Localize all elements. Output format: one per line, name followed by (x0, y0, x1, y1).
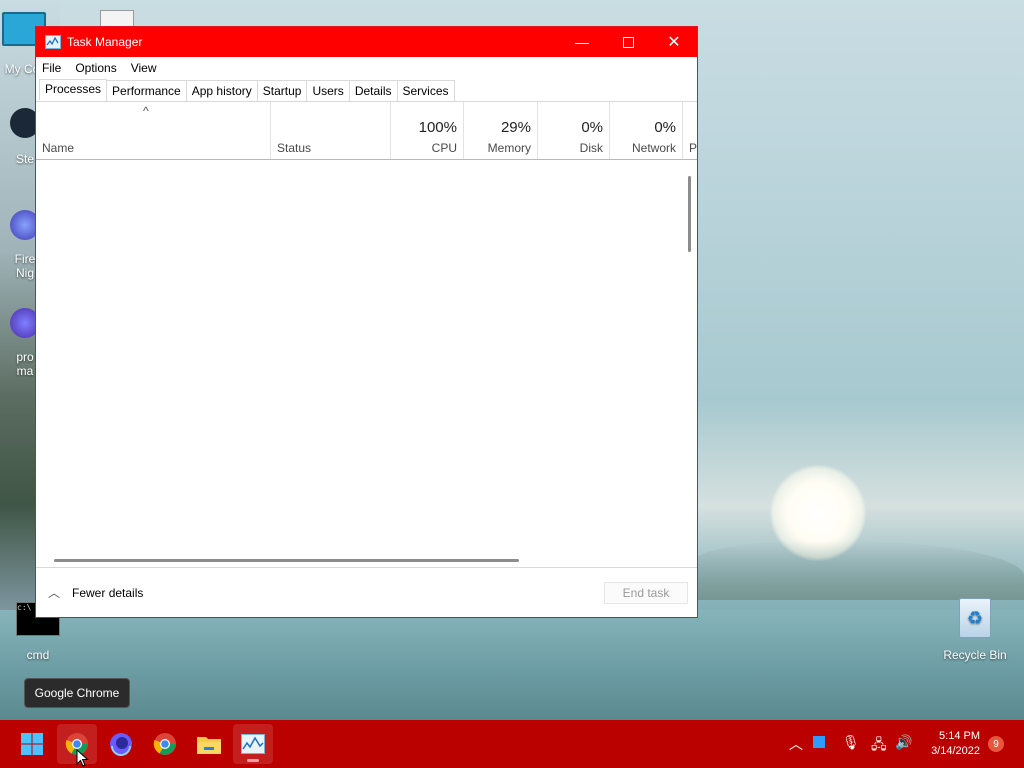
clock-time: 5:14 PM (939, 730, 980, 742)
tray-app-icon[interactable] (813, 736, 825, 748)
column-cpu[interactable]: 100% CPU (391, 102, 464, 159)
window-footer: ︿ Fewer details End task (36, 567, 697, 617)
column-network[interactable]: 0% Network (610, 102, 683, 159)
volume-icon[interactable]: 🔊 (895, 734, 912, 751)
taskbar-chrome[interactable] (145, 724, 185, 764)
column-disk[interactable]: 0% Disk (538, 102, 610, 159)
window-title: Task Manager (67, 35, 143, 49)
recycle-bin-icon: ♻ (959, 598, 991, 638)
tab-performance[interactable]: Performance (106, 80, 187, 101)
tab-services[interactable]: Services (396, 80, 455, 101)
tray-overflow-chevron-icon[interactable]: ︿ (789, 734, 803, 754)
menu-view[interactable]: View (131, 61, 157, 75)
task-manager-icon (241, 734, 265, 754)
fewer-details-button[interactable]: ︿ Fewer details (48, 584, 143, 601)
microphone-icon[interactable]: 🎙 (842, 734, 860, 751)
tab-details[interactable]: Details (348, 80, 398, 101)
system-clock[interactable]: 5:14 PM 3/14/2022 (931, 729, 980, 759)
menu-bar: File Options View (36, 58, 697, 78)
end-task-button[interactable]: End task (604, 582, 688, 604)
maximize-icon (622, 36, 634, 48)
sort-caret-icon: ^ (143, 104, 149, 118)
task-manager-window: Task Manager — ✕ File Options View Proce… (35, 26, 698, 618)
maximize-button[interactable] (605, 27, 651, 57)
tab-users[interactable]: Users (306, 80, 350, 101)
wallpaper-sea (0, 610, 1024, 720)
taskbar-tooltip: Google Chrome (24, 678, 130, 708)
tab-startup[interactable]: Startup (256, 80, 308, 101)
desktop-icon-recycle-bin[interactable]: ♻ Recycle Bin (942, 598, 1008, 662)
column-name[interactable]: ^ Name (36, 102, 271, 159)
vertical-scrollbar[interactable] (688, 176, 691, 252)
taskbar-task-manager[interactable] (233, 724, 273, 764)
close-button[interactable]: ✕ (651, 27, 697, 57)
menu-options[interactable]: Options (75, 61, 116, 75)
task-manager-icon (45, 35, 61, 49)
minimize-button[interactable]: — (559, 27, 605, 57)
column-power[interactable]: P (683, 102, 697, 159)
taskbar-firefox-nightly[interactable] (101, 724, 141, 764)
taskbar-file-explorer[interactable] (189, 724, 229, 764)
column-status[interactable]: Status (271, 102, 391, 159)
close-icon: ✕ (667, 34, 681, 51)
taskbar: ︿ 🎙 🖧 🔊 5:14 PM 3/14/2022 9 (0, 720, 1024, 768)
chrome-icon (153, 733, 176, 755)
mouse-cursor-icon (76, 749, 89, 767)
wallpaper-island (690, 540, 1024, 600)
title-bar[interactable]: Task Manager — ✕ (36, 27, 697, 57)
horizontal-scrollbar[interactable] (54, 559, 519, 562)
tab-processes[interactable]: Processes (39, 79, 108, 100)
start-icon (21, 733, 43, 755)
column-memory[interactable]: 29% Memory (464, 102, 538, 159)
file-explorer-icon (197, 737, 221, 754)
firefox-nightly-icon (110, 733, 132, 756)
network-icon[interactable]: 🖧 (871, 734, 887, 758)
chevron-up-icon: ︿ (48, 586, 61, 600)
running-indicator (247, 759, 259, 762)
column-header-row: ^ Name Status 100% CPU 29% Memory 0% Dis… (36, 102, 697, 160)
minimize-icon: — (575, 34, 589, 50)
process-list[interactable] (36, 160, 697, 562)
notification-badge[interactable]: 9 (988, 736, 1004, 752)
tab-strip: Processes Performance App history Startu… (36, 79, 697, 102)
start-button[interactable] (12, 724, 52, 764)
menu-file[interactable]: File (42, 61, 61, 75)
clock-date: 3/14/2022 (931, 745, 980, 757)
tab-app-history[interactable]: App history (185, 80, 258, 101)
